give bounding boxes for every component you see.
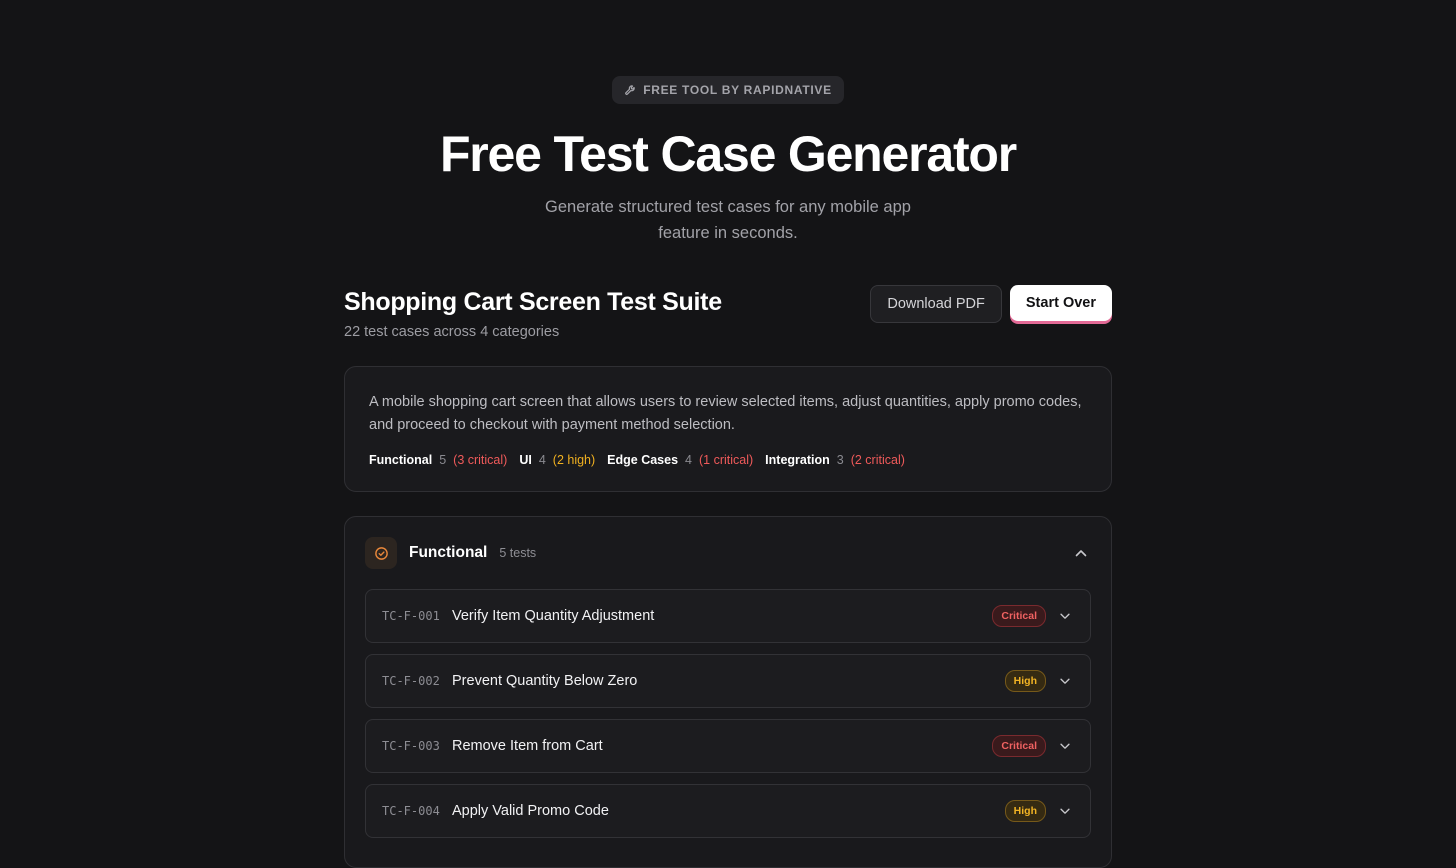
test-case-row[interactable]: TC-F-002 Prevent Quantity Below Zero Hig… — [365, 654, 1091, 708]
suite-actions: Download PDF Start Over — [870, 285, 1112, 323]
test-case-id: TC-F-004 — [382, 804, 440, 818]
stat-functional: Functional 5 (3 critical) — [369, 453, 507, 467]
stat-detail: (2 critical) — [850, 453, 905, 467]
suite-title: Shopping Cart Screen Test Suite — [344, 288, 722, 316]
test-case-id: TC-F-002 — [382, 674, 440, 688]
stat-count: 4 — [538, 453, 546, 467]
stat-detail: (3 critical) — [453, 453, 508, 467]
priority-badge: High — [1004, 800, 1046, 822]
test-case-title: Remove Item from Cart — [452, 738, 603, 754]
chevron-down-icon[interactable] — [1058, 609, 1072, 623]
priority-badge: Critical — [992, 605, 1046, 627]
test-case-row[interactable]: TC-F-001 Verify Item Quantity Adjustment… — [365, 589, 1091, 643]
page-subtitle: Generate structured test cases for any m… — [545, 198, 911, 242]
chevron-down-icon[interactable] — [1058, 739, 1072, 753]
test-case-id: TC-F-001 — [382, 609, 440, 623]
stat-name: Integration — [765, 453, 830, 467]
suite-count: 22 test cases across 4 categories — [344, 324, 560, 340]
stat-count: 5 — [439, 453, 447, 467]
category-count: 5 tests — [499, 546, 537, 560]
stat-count: 4 — [685, 453, 692, 467]
test-case-title: Prevent Quantity Below Zero — [452, 673, 638, 689]
page-title: Free Test Case Generator — [439, 126, 1017, 182]
tool-badge: FREE TOOL BY RAPIDNATIVE — [612, 76, 844, 104]
stat-edge-cases: Edge Cases 4 (1 critical) — [607, 453, 753, 467]
stat-count: 3 — [836, 453, 844, 467]
stat-integration: Integration 3 (2 critical) — [765, 453, 905, 467]
wrench-icon — [624, 84, 637, 97]
suite-description: A mobile shopping cart screen that allow… — [369, 394, 1082, 433]
hero: FREE TOOL BY RAPIDNATIVE Free Test Case … — [344, 0, 1112, 246]
test-case-row[interactable]: TC-F-004 Apply Valid Promo Code High — [365, 784, 1091, 838]
priority-badge: High — [1004, 670, 1046, 692]
badge-label: FREE TOOL BY RAPIDNATIVE — [643, 83, 832, 97]
test-case-title: Apply Valid Promo Code — [452, 803, 609, 819]
chevron-down-icon[interactable] — [1058, 674, 1072, 688]
stat-detail: (1 critical) — [699, 453, 754, 467]
suite-summary-card: A mobile shopping cart screen that allow… — [344, 366, 1112, 492]
download-pdf-button[interactable]: Download PDF — [870, 285, 1002, 323]
category-title: Functional — [409, 544, 488, 561]
chevron-down-icon[interactable] — [1058, 804, 1072, 818]
suite-header: Shopping Cart Screen Test Suite 22 test … — [344, 285, 1112, 340]
test-case-id: TC-F-003 — [382, 739, 440, 753]
stat-ui: UI 4 (2 high) — [519, 453, 595, 467]
stat-detail: (2 high) — [552, 453, 596, 467]
check-circle-icon — [365, 537, 397, 569]
stat-name: Functional — [369, 453, 433, 467]
priority-badge: Critical — [992, 735, 1046, 757]
stat-name: Edge Cases — [607, 453, 679, 467]
category-stats: Functional 5 (3 critical) UI 4 (2 high) … — [369, 453, 1087, 467]
start-over-button[interactable]: Start Over — [1009, 285, 1112, 321]
chevron-up-icon[interactable] — [1073, 545, 1089, 561]
stat-name: UI — [519, 453, 532, 467]
test-case-title: Verify Item Quantity Adjustment — [452, 608, 655, 624]
category-header[interactable]: Functional 5 tests — [365, 537, 1091, 569]
category-functional: Functional 5 tests TC-F-001 Verify Item … — [344, 516, 1112, 868]
test-case-row[interactable]: TC-F-003 Remove Item from Cart Critical — [365, 719, 1091, 773]
